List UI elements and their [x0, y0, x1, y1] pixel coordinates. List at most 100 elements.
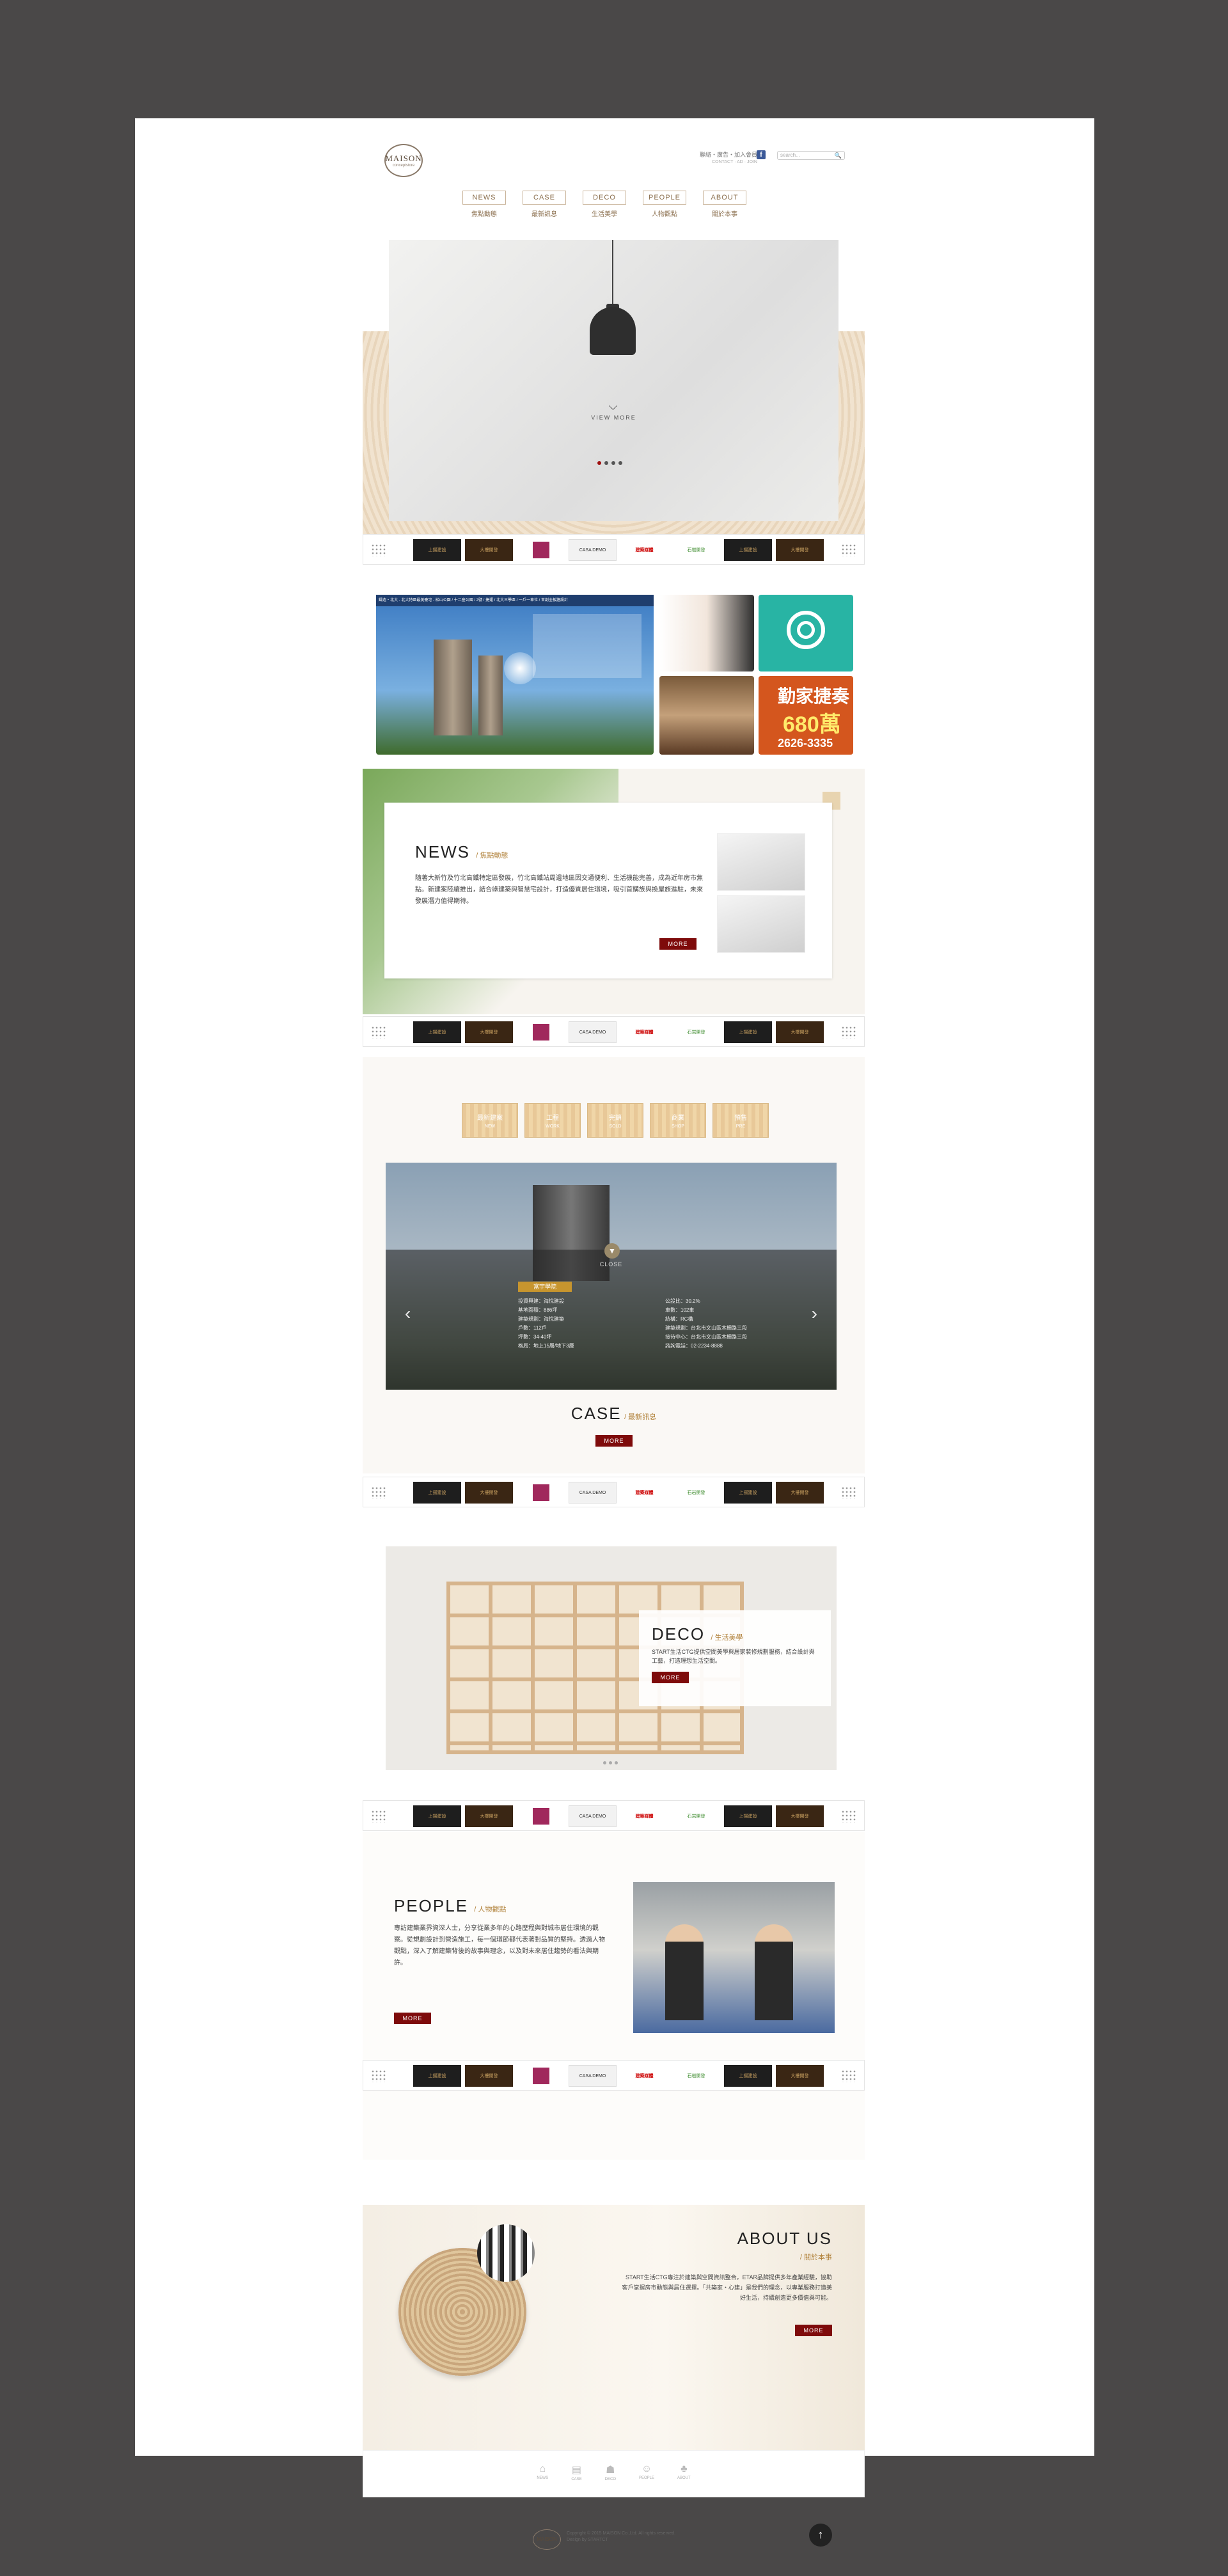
prev-arrow-icon[interactable]: ‹: [405, 1303, 411, 1324]
footer-nav-item[interactable]: ⌂ NEWS: [537, 2463, 548, 2497]
partner-logo[interactable]: 建築媒體: [620, 1805, 668, 1827]
search-input[interactable]: search... 🔍: [777, 151, 845, 160]
partner-logo[interactable]: 上揚建設: [413, 1021, 461, 1043]
partner-logo[interactable]: 建築媒體: [620, 539, 668, 561]
partner-logo[interactable]: 上揚建設: [413, 2065, 461, 2087]
about-more-button[interactable]: MORE: [795, 2325, 832, 2336]
partner-logo[interactable]: 上揚建設: [724, 2065, 772, 2087]
news-thumbnail[interactable]: [717, 895, 805, 953]
person-image: [665, 1924, 704, 2020]
partner-logo[interactable]: 石岩開發: [672, 1021, 720, 1043]
ad-banner-large[interactable]: 鑄造・北大 - 北大特區最美豪宅 - 松山公園 / 十二座公園 / 2號 / 捷…: [376, 595, 654, 755]
news-thumbnail[interactable]: [717, 833, 805, 891]
partner-logo[interactable]: 大樓開發: [776, 1482, 824, 1504]
footer-nav-item[interactable]: ☺ PEOPLE: [639, 2463, 654, 2497]
hero-slider[interactable]: ⌵ VIEW MORE: [389, 240, 838, 521]
partner-logo[interactable]: 石岩開發: [672, 539, 720, 561]
footer-logo[interactable]: MAISON: [533, 2529, 561, 2550]
partner-logo[interactable]: CASA DEMO: [569, 2065, 617, 2087]
site-logo[interactable]: MAISON conceptstore: [384, 144, 423, 177]
nav-people-en[interactable]: PEOPLE: [643, 191, 686, 205]
nav-news[interactable]: NEWS 焦點動態: [462, 191, 506, 218]
case-slider[interactable]: ▼ CLOSE 富宇學院 投資興建：海悅建設 公設比：30.2% 基地面積：88…: [386, 1163, 837, 1390]
partner-logo[interactable]: 上揚建設: [724, 1805, 772, 1827]
partner-logo[interactable]: 上揚建設: [413, 1482, 461, 1504]
marker-icon[interactable]: ▼: [604, 1243, 620, 1259]
partner-logo[interactable]: 大樓開發: [776, 1805, 824, 1827]
search-icon[interactable]: 🔍: [835, 152, 842, 159]
partner-logo[interactable]: [517, 1021, 565, 1043]
footer-nav-item[interactable]: ▤ CASE: [571, 2463, 581, 2497]
partner-logo[interactable]: 建築媒體: [620, 1482, 668, 1504]
case-tab[interactable]: 商業 SHOP: [650, 1103, 706, 1138]
slider-dot[interactable]: [615, 1761, 618, 1764]
partner-logo[interactable]: CASA DEMO: [569, 1482, 617, 1504]
partner-logo[interactable]: 上揚建設: [724, 1482, 772, 1504]
slider-dot[interactable]: [609, 1761, 612, 1764]
nav-about-en[interactable]: ABOUT: [703, 191, 746, 205]
slider-dot[interactable]: [611, 461, 615, 465]
nav-case-en[interactable]: CASE: [523, 191, 566, 205]
partner-logo[interactable]: 建築媒體: [620, 2065, 668, 2087]
case-tab[interactable]: 完銷 SOLD: [587, 1103, 643, 1138]
tower-image: [434, 640, 472, 735]
slider-dot[interactable]: [618, 461, 622, 465]
ad-tile-promo[interactable]: 勤家捷奏 680萬 2626-3335: [759, 676, 853, 755]
nav-deco[interactable]: DECO 生活美學: [583, 191, 626, 218]
ad-tile-wifi[interactable]: [759, 595, 853, 671]
partner-logo[interactable]: 大樓開發: [465, 1482, 513, 1504]
facebook-icon[interactable]: f: [757, 150, 766, 159]
partner-logo[interactable]: CASA DEMO: [569, 1021, 617, 1043]
people-more-button[interactable]: MORE: [394, 2013, 431, 2024]
partner-logo[interactable]: [517, 1482, 565, 1504]
slider-dot[interactable]: [603, 1761, 606, 1764]
deco-slider[interactable]: DECO / 生活美學 START生活CTG提供空間美學與居家裝修規劃服務，結合…: [386, 1546, 837, 1770]
case-more-button[interactable]: MORE: [595, 1435, 633, 1447]
view-more-link[interactable]: ⌵ VIEW MORE: [389, 400, 838, 421]
partner-logo[interactable]: 大樓開發: [465, 1021, 513, 1043]
partner-logo[interactable]: [517, 539, 565, 561]
people-title-zh: / 人物觀點: [474, 1906, 507, 1913]
nav-news-en[interactable]: NEWS: [462, 191, 506, 205]
nav-about[interactable]: ABOUT 關於本事: [703, 191, 746, 218]
case-tab[interactable]: 工程 WORK: [524, 1103, 581, 1138]
partner-logo[interactable]: 上揚建設: [413, 1805, 461, 1827]
back-to-top-icon[interactable]: ↑: [809, 2524, 832, 2547]
partner-logo[interactable]: 上揚建設: [413, 539, 461, 561]
people-photo[interactable]: [633, 1882, 835, 2033]
ad-tile-phone[interactable]: [659, 595, 754, 671]
partner-logo[interactable]: 石岩開發: [672, 1482, 720, 1504]
footer-nav-item[interactable]: ♣ ABOUT: [677, 2463, 691, 2497]
slider-dot[interactable]: [597, 461, 601, 465]
partner-logo[interactable]: 上揚建設: [724, 539, 772, 561]
partner-logo[interactable]: 大樓開發: [776, 2065, 824, 2087]
footer-nav-item[interactable]: ☗ DECO: [605, 2463, 616, 2497]
case-spec: 基地面積：886坪: [518, 1307, 558, 1313]
slider-dot[interactable]: [604, 461, 608, 465]
partner-logo[interactable]: [517, 2065, 565, 2087]
case-tab[interactable]: 最新建案 NEW: [462, 1103, 518, 1138]
case-tab[interactable]: 預售 PRE: [712, 1103, 769, 1138]
partner-logo[interactable]: 石岩開發: [672, 2065, 720, 2087]
next-arrow-icon[interactable]: ›: [812, 1303, 817, 1324]
partner-logo[interactable]: 大樓開發: [776, 1021, 824, 1043]
partner-logo[interactable]: 大樓開發: [465, 539, 513, 561]
nav-case[interactable]: CASE 最新訊息: [523, 191, 566, 218]
partner-logo[interactable]: CASA DEMO: [569, 1805, 617, 1827]
news-more-button[interactable]: MORE: [659, 938, 697, 950]
partner-logo[interactable]: 大樓開發: [776, 539, 824, 561]
partner-logo[interactable]: CASA DEMO: [569, 539, 617, 561]
partner-logo[interactable]: 大樓開發: [465, 1805, 513, 1827]
partner-logo[interactable]: 大樓開發: [465, 2065, 513, 2087]
deco-more-button[interactable]: MORE: [652, 1672, 689, 1683]
case-close-button[interactable]: CLOSE: [386, 1261, 837, 1268]
partner-logo[interactable]: 石岩開發: [672, 1805, 720, 1827]
top-links[interactable]: 聯絡・廣告・加入會員 CONTACT · AD · JOIN: [697, 150, 757, 164]
top-links-text[interactable]: 聯絡・廣告・加入會員: [700, 152, 757, 158]
nav-deco-en[interactable]: DECO: [583, 191, 626, 205]
partner-logo[interactable]: 上揚建設: [724, 1021, 772, 1043]
nav-people[interactable]: PEOPLE 人物觀點: [643, 191, 686, 218]
partner-logo[interactable]: 建築媒體: [620, 1021, 668, 1043]
ad-tile-interior[interactable]: [659, 676, 754, 755]
partner-logo[interactable]: [517, 1805, 565, 1827]
